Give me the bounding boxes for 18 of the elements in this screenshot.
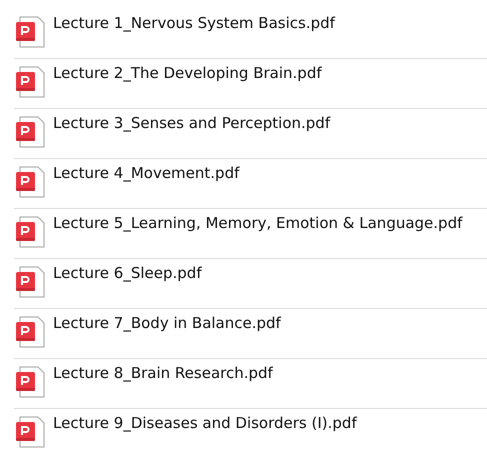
file-name[interactable]: Lecture 2_The Developing Brain.pdf (53, 63, 322, 83)
file-name[interactable]: Lecture 6_Sleep.pdf (53, 263, 202, 283)
pdf-file-icon (16, 416, 46, 448)
file-name[interactable]: Lecture 9_Diseases and Disorders (I).pdf (53, 413, 357, 433)
pdf-file-icon (16, 66, 46, 98)
pdf-file-icon (16, 266, 46, 298)
pdf-file-icon (16, 16, 46, 48)
file-name[interactable]: Lecture 8_Brain Research.pdf (53, 363, 273, 383)
file-name[interactable]: Lecture 5_Learning, Memory, Emotion & Language.pdf (53, 213, 462, 233)
file-name[interactable]: Lecture 7_Body in Balance.pdf (53, 313, 281, 333)
pdf-file-icon (16, 166, 46, 198)
file-name[interactable]: Lecture 1_Nervous System Basics.pdf (53, 13, 335, 33)
pdf-file-icon (16, 116, 46, 148)
pdf-file-icon (16, 366, 46, 398)
file-name[interactable]: Lecture 4_Movement.pdf (53, 163, 240, 183)
pdf-file-icon (16, 316, 46, 348)
file-name[interactable]: Lecture 3_Senses and Perception.pdf (53, 113, 330, 133)
pdf-file-icon (16, 216, 46, 248)
